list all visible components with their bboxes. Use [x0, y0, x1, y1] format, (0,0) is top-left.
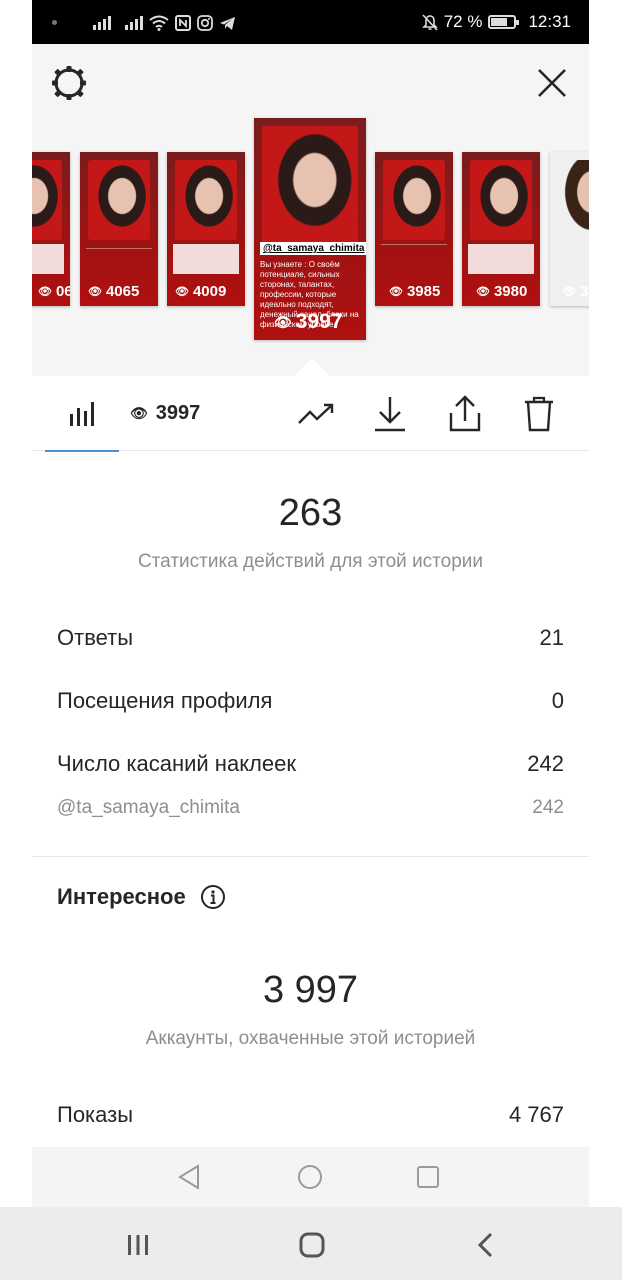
story-preview-image [383, 160, 445, 240]
eye-icon: 👁 [562, 286, 576, 298]
story-view-count: 👁 3 [562, 283, 589, 300]
camera-dot [52, 19, 57, 25]
stat-value: 0 [551, 688, 564, 713]
home-circle-icon[interactable] [294, 1161, 326, 1193]
story-thumbnail[interactable]: 👁 3980 [462, 152, 540, 306]
eye-icon: 👁 [476, 286, 490, 298]
story-thumbnail[interactable]: 👁 3985 [375, 152, 453, 306]
wifi-icon [149, 13, 169, 31]
status-bar: 72 % 12:31 [32, 0, 589, 44]
delete-button[interactable] [519, 394, 559, 434]
stat-label: Ответы [57, 625, 134, 650]
story-view-count: 👁069 [38, 283, 70, 300]
story-text-overlay [173, 244, 239, 274]
story-text-overlay [381, 244, 447, 274]
battery-percent: 72 % [443, 12, 483, 31]
story-preview-image [262, 126, 358, 246]
trash-icon [525, 396, 553, 432]
story-mention-sticker: @ta_samaya_chimita [260, 242, 366, 255]
stat-value: 242 [527, 751, 564, 776]
story-preview-image [88, 160, 150, 240]
trending-icon [298, 403, 334, 424]
eye-icon: 👁 [175, 286, 189, 298]
close-icon[interactable] [535, 66, 569, 100]
stat-value: 4 767 [508, 1102, 564, 1127]
stat-row-mention-sticker[interactable]: @ta_samaya_chimita 242 [57, 797, 564, 819]
gear-icon[interactable] [50, 64, 88, 102]
reach-total: 3 997 [262, 969, 359, 1011]
back-triangle-icon[interactable] [174, 1161, 206, 1193]
stat-label: Число касаний наклеек [57, 751, 296, 776]
story-view-count: 👁 4065 [88, 283, 140, 300]
interactions-label: Статистика действий для этой истории [137, 551, 484, 572]
selected-story-pointer [294, 358, 330, 376]
story-thumbnail-selected[interactable]: @ta_samaya_chimita Вы узнаете : О своём … [254, 118, 366, 340]
info-icon[interactable] [200, 884, 226, 910]
system-nav-bar [0, 1207, 622, 1280]
stat-row-sticker-taps: Число касаний наклеек 242 [57, 751, 564, 777]
story-preview-image [175, 160, 237, 240]
tab-insights[interactable] [45, 376, 119, 452]
story-preview-image [558, 160, 589, 240]
eye-icon: 👁 [38, 286, 52, 298]
mute-icon [421, 13, 438, 31]
eye-icon: 👁 [274, 313, 292, 330]
nfc-icon [175, 13, 191, 31]
story-thumbnail[interactable]: 👁 4065 [80, 152, 158, 306]
instagram-icon [197, 13, 213, 31]
story-view-count: 👁 3985 [389, 283, 441, 300]
stat-row-impressions: Показы 4 767 [57, 1102, 564, 1128]
story-thumbnail[interactable]: 👁 3 [550, 152, 589, 306]
signal-icon [93, 14, 111, 30]
story-toolbar: 👁 3997 [32, 376, 589, 452]
download-icon [375, 397, 405, 432]
app-nav-bar [32, 1147, 589, 1207]
reach-label: Аккаунты, охваченные этой историей [145, 1028, 476, 1049]
story-view-count: 👁 3997 [274, 310, 343, 333]
share-icon [449, 395, 481, 432]
section-divider [32, 856, 589, 857]
discovery-section-header: Интересное [57, 884, 226, 910]
back-icon[interactable] [471, 1229, 503, 1261]
interactions-total: 263 [278, 492, 343, 534]
download-button[interactable] [370, 394, 410, 434]
clock: 12:31 [528, 12, 571, 31]
story-views: 👁 3997 [130, 376, 200, 451]
story-thumbnail[interactable]: 👁069 [32, 152, 70, 306]
home-icon[interactable] [296, 1229, 328, 1261]
story-thumbnail[interactable]: 👁 4009 [167, 152, 245, 306]
stat-row-profile-visits: Посещения профиля 0 [57, 688, 564, 714]
eye-icon: 👁 [389, 286, 403, 298]
stat-label: Посещения профиля [57, 688, 273, 713]
stat-row-replies: Ответы 21 [57, 625, 564, 651]
stat-label: Показы [57, 1102, 134, 1127]
promote-button[interactable] [296, 394, 336, 434]
section-title: Интересное [57, 884, 186, 909]
eye-icon: 👁 [88, 286, 102, 298]
story-carousel-panel: 👁069 👁4065 👁4009 @ta_samaya_chimita Вы у… [32, 44, 589, 376]
signal-icon [125, 14, 143, 30]
battery-icon [488, 15, 520, 29]
stat-label: @ta_samaya_chimita [57, 797, 240, 818]
story-view-count: 👁 3980 [476, 283, 528, 300]
story-text-overlay [86, 248, 152, 278]
eye-icon: 👁 [130, 405, 148, 421]
share-button[interactable] [445, 394, 485, 434]
stat-value: 21 [539, 625, 564, 650]
story-thumbnail-strip: 👁069 👁4065 👁4009 @ta_samaya_chimita Вы у… [32, 118, 589, 348]
instagram-story-insights-screen: 72 % 12:31 👁 06 👁 4065 👁 4009 @ta_samaya… [32, 0, 589, 1207]
story-preview-image [32, 160, 62, 240]
story-view-count: 👁 4009 [175, 283, 227, 300]
stat-value: 242 [532, 797, 564, 818]
telegram-icon [219, 13, 236, 31]
story-views-value: 3997 [155, 402, 201, 424]
recents-icon[interactable] [122, 1229, 154, 1261]
story-preview-image [470, 160, 532, 240]
story-text-overlay: Вы узнаете : О своём потенциале, сильных… [260, 260, 359, 329]
bar-chart-icon [70, 401, 94, 426]
story-text-overlay [32, 244, 64, 274]
story-text-overlay [468, 244, 534, 274]
recents-square-icon[interactable] [412, 1161, 444, 1193]
